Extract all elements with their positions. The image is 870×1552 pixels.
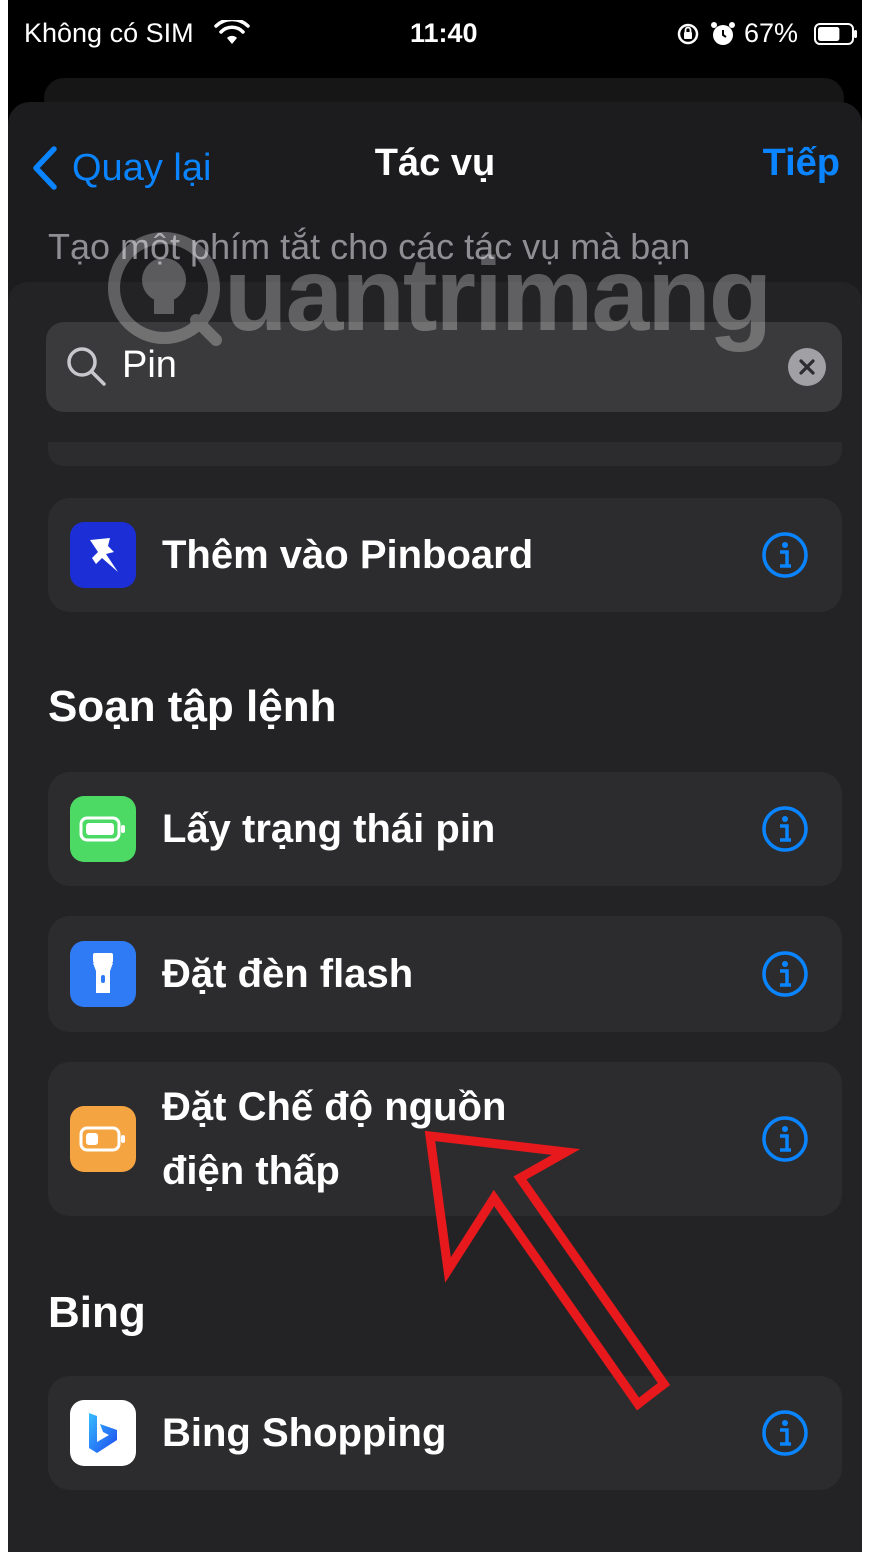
next-button[interactable]: Tiếp (763, 142, 840, 185)
close-icon (799, 359, 815, 375)
carrier-label: Không có SIM (24, 18, 194, 48)
pinboard-icon (70, 522, 136, 588)
action-label: Lấy trạng thái pin (162, 807, 496, 851)
info-icon[interactable] (760, 530, 810, 580)
section-header-scripting: Soạn tập lệnh (48, 682, 337, 731)
action-label-line2: điện thấp (162, 1149, 340, 1193)
page-title: Tác vụ (374, 142, 496, 184)
search-icon (67, 347, 106, 386)
info-icon[interactable] (760, 1408, 810, 1458)
bing-logo-icon (70, 1400, 136, 1466)
low-power-icon (70, 1106, 136, 1172)
action-row-flashlight[interactable]: Đặt đèn flash (48, 916, 842, 1032)
battery-icon (814, 23, 857, 45)
scrolled-row-edge (48, 442, 842, 466)
annotation-arrow (424, 1130, 671, 1411)
action-row-battery-status[interactable]: Lấy trạng thái pin (48, 772, 842, 886)
info-icon[interactable] (760, 804, 810, 854)
flashlight-icon (70, 941, 136, 1007)
orientation-lock-icon (677, 23, 699, 45)
action-row-pinboard[interactable]: Thêm vào Pinboard (48, 498, 842, 612)
clock: 11:40 (410, 18, 478, 48)
section-header-bing: Bing (48, 1288, 146, 1337)
action-label: Bing Shopping (162, 1411, 447, 1455)
info-icon[interactable] (760, 1114, 810, 1164)
action-label: Đặt đèn flash (162, 952, 414, 996)
battery-status-icon (70, 796, 136, 862)
search-input[interactable] (122, 344, 722, 387)
page-subtitle: Tạo một phím tắt cho các tác vụ mà bạn (48, 226, 691, 267)
alarm-icon (711, 22, 735, 45)
search-bar[interactable] (46, 322, 842, 412)
phone-screen: Không có SIM 11:40 67% Quay lại Tác vụ T… (8, 0, 862, 1552)
wifi-icon (214, 20, 250, 44)
action-label: Thêm vào Pinboard (162, 533, 534, 577)
clear-search-button[interactable] (788, 348, 826, 386)
status-bar: Không có SIM 11:40 67% (8, 0, 862, 70)
battery-percent: 67% (744, 18, 799, 48)
info-icon[interactable] (760, 949, 810, 999)
